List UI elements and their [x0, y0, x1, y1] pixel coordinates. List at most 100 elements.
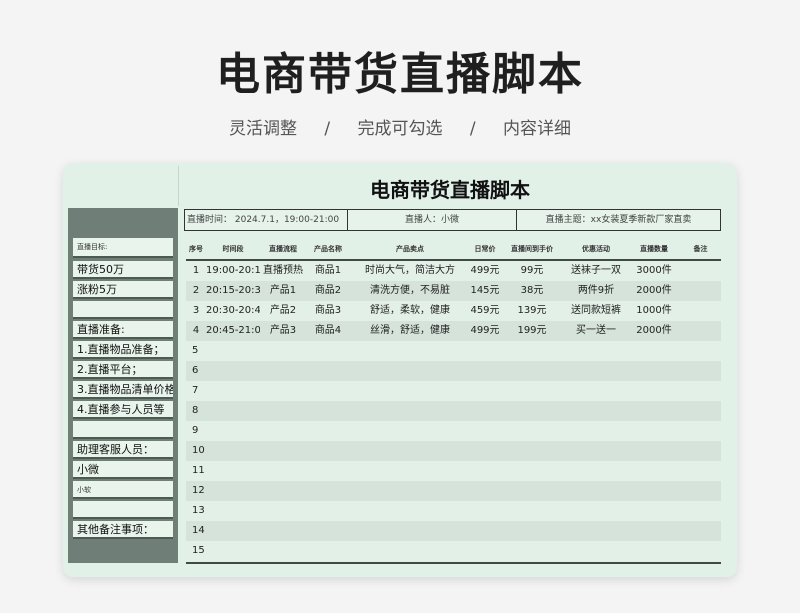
table-cell[interactable]: 7 — [186, 381, 206, 401]
table-cell[interactable] — [500, 541, 564, 561]
sidebar-cell[interactable]: 直播准备: — [73, 321, 173, 339]
table-cell[interactable] — [350, 361, 470, 381]
table-cell[interactable] — [500, 521, 564, 541]
column-header[interactable]: 序号 — [186, 239, 206, 259]
table-cell[interactable] — [564, 341, 628, 361]
table-cell[interactable] — [500, 501, 564, 521]
table-cell[interactable] — [680, 261, 721, 281]
table-cell[interactable] — [564, 441, 628, 461]
table-cell[interactable] — [628, 441, 680, 461]
column-header[interactable]: 直播间到手价 — [500, 239, 564, 259]
table-cell[interactable] — [628, 541, 680, 561]
sidebar-cell[interactable]: 3.直播物品清单价格 — [73, 381, 173, 399]
table-row[interactable]: 11 — [186, 461, 721, 481]
table-cell[interactable] — [306, 361, 350, 381]
table-cell[interactable] — [680, 361, 721, 381]
table-cell[interactable]: 20:15-20:30 — [206, 281, 260, 301]
table-cell[interactable]: 时尚大气，简洁大方 — [350, 261, 470, 281]
table-cell[interactable] — [206, 341, 260, 361]
column-header[interactable]: 直播流程 — [260, 239, 306, 259]
table-cell[interactable] — [680, 441, 721, 461]
table-cell[interactable]: 38元 — [500, 281, 564, 301]
table-cell[interactable]: 1 — [186, 261, 206, 281]
table-cell[interactable]: 3 — [186, 301, 206, 321]
table-cell[interactable]: 丝滑，舒适，健康 — [350, 321, 470, 341]
sidebar-cell[interactable]: 2.直播平台； — [73, 361, 173, 379]
table-cell[interactable] — [470, 381, 500, 401]
table-cell[interactable] — [680, 381, 721, 401]
table-row[interactable]: 6 — [186, 361, 721, 381]
sidebar-cell[interactable]: 直播目标: — [73, 238, 173, 258]
table-cell[interactable] — [306, 501, 350, 521]
table-row[interactable]: 7 — [186, 381, 721, 401]
table-cell[interactable]: 商品2 — [306, 281, 350, 301]
table-cell[interactable]: 6 — [186, 361, 206, 381]
table-row[interactable]: 8 — [186, 401, 721, 421]
info-theme[interactable]: 直播主题：xx女装夏季新款厂家直卖 — [517, 210, 720, 230]
table-cell[interactable]: 99元 — [500, 261, 564, 281]
table-cell[interactable]: 产品3 — [260, 321, 306, 341]
table-cell[interactable] — [680, 541, 721, 561]
table-row[interactable]: 320:30-20:45产品2商品3舒适，柔软，健康459元139元送同款短裤1… — [186, 301, 721, 321]
table-row[interactable]: 15 — [186, 541, 721, 561]
table-cell[interactable] — [680, 301, 721, 321]
table-cell[interactable] — [564, 521, 628, 541]
table-cell[interactable] — [260, 501, 306, 521]
table-cell[interactable] — [500, 341, 564, 361]
table-cell[interactable]: 11 — [186, 461, 206, 481]
table-cell[interactable] — [500, 421, 564, 441]
table-cell[interactable] — [470, 441, 500, 461]
sidebar-cell[interactable] — [73, 421, 173, 439]
table-cell[interactable] — [350, 521, 470, 541]
table-cell[interactable] — [206, 501, 260, 521]
table-cell[interactable] — [680, 401, 721, 421]
column-header[interactable]: 优惠活动 — [564, 239, 628, 259]
table-cell[interactable] — [470, 461, 500, 481]
table-cell[interactable]: 舒适，柔软，健康 — [350, 301, 470, 321]
sidebar-cell[interactable] — [73, 501, 173, 519]
table-cell[interactable] — [470, 401, 500, 421]
info-host[interactable]: 直播人：小微 — [348, 210, 516, 230]
table-cell[interactable] — [628, 461, 680, 481]
table-cell[interactable] — [306, 521, 350, 541]
table-cell[interactable] — [470, 481, 500, 501]
table-cell[interactable] — [680, 461, 721, 481]
column-header[interactable]: 产品名称 — [306, 239, 350, 259]
table-cell[interactable]: 499元 — [470, 261, 500, 281]
table-cell[interactable] — [306, 441, 350, 461]
table-row[interactable]: 14 — [186, 521, 721, 541]
table-row[interactable]: 9 — [186, 421, 721, 441]
table-cell[interactable]: 459元 — [470, 301, 500, 321]
table-cell[interactable]: 12 — [186, 481, 206, 501]
table-cell[interactable]: 20:30-20:45 — [206, 301, 260, 321]
sidebar-cell[interactable]: 1.直播物品准备； — [73, 341, 173, 359]
table-cell[interactable] — [628, 501, 680, 521]
table-cell[interactable] — [680, 421, 721, 441]
table-cell[interactable] — [260, 341, 306, 361]
table-row[interactable]: 13 — [186, 501, 721, 521]
column-header[interactable]: 直播数量 — [628, 239, 680, 259]
table-cell[interactable] — [680, 481, 721, 501]
table-cell[interactable] — [206, 541, 260, 561]
table-row[interactable]: 119:00-20:15直播预热商品1时尚大气，简洁大方499元99元送袜子一双… — [186, 261, 721, 281]
table-cell[interactable] — [260, 401, 306, 421]
table-cell[interactable] — [680, 281, 721, 301]
table-cell[interactable] — [260, 361, 306, 381]
table-row[interactable]: 12 — [186, 481, 721, 501]
table-cell[interactable] — [350, 341, 470, 361]
table-row[interactable]: 5 — [186, 341, 721, 361]
table-cell[interactable]: 199元 — [500, 321, 564, 341]
table-cell[interactable] — [500, 481, 564, 501]
table-cell[interactable] — [628, 341, 680, 361]
info-time[interactable]: 直播时间： 2024.7.1，19:00-21:00 — [187, 210, 347, 230]
table-cell[interactable]: 2000件 — [628, 321, 680, 341]
sidebar-cell[interactable]: 助理客服人员： — [73, 441, 173, 459]
table-cell[interactable] — [470, 521, 500, 541]
table-cell[interactable] — [500, 381, 564, 401]
table-cell[interactable] — [500, 361, 564, 381]
sidebar-cell[interactable]: 小软 — [73, 481, 173, 499]
table-cell[interactable] — [500, 441, 564, 461]
table-cell[interactable] — [628, 361, 680, 381]
table-cell[interactable]: 两件9折 — [564, 281, 628, 301]
table-row[interactable]: 220:15-20:30产品1商品2清洗方便，不易脏145元38元两件9折200… — [186, 281, 721, 301]
